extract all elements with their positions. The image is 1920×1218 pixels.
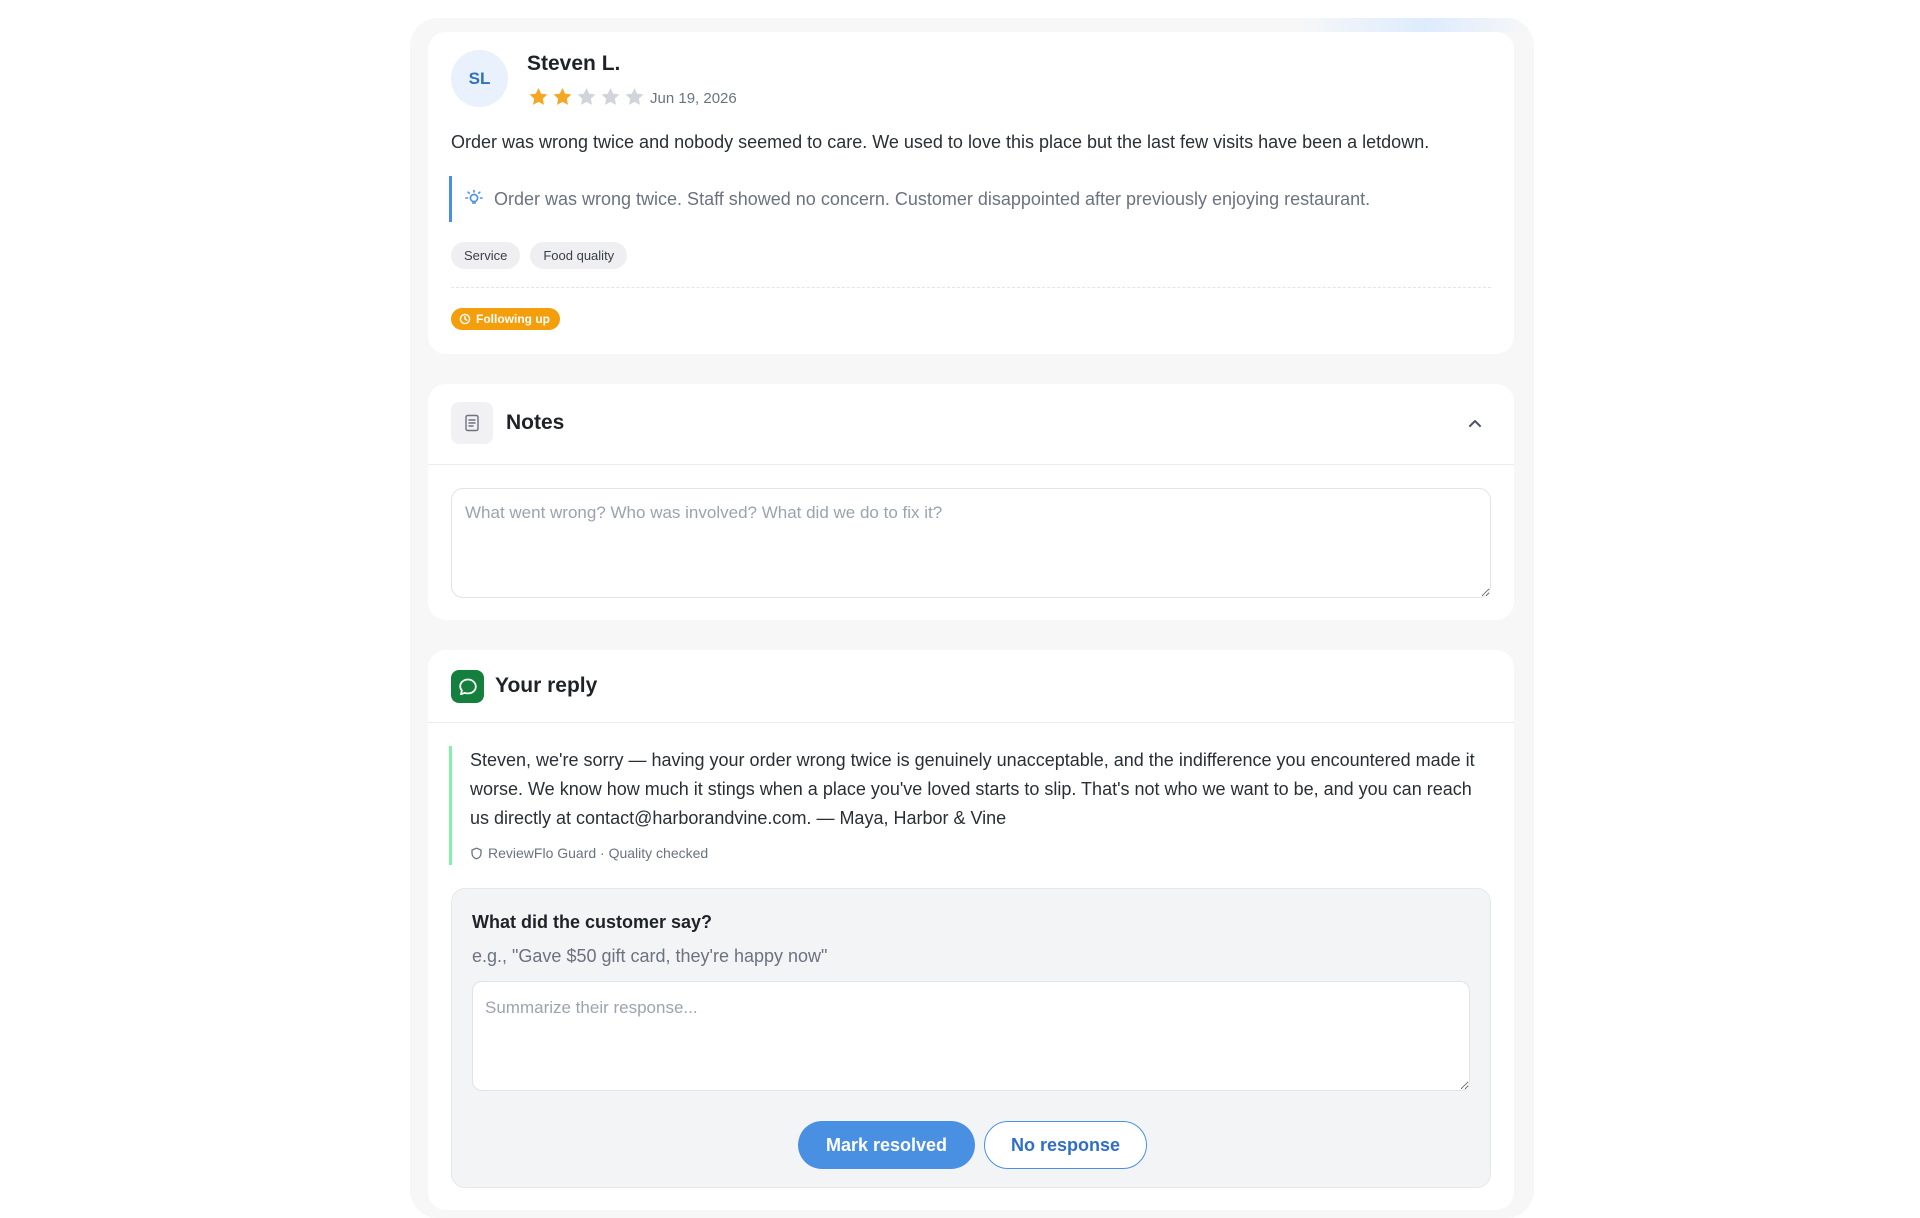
tag-list: Service Food quality — [451, 242, 628, 269]
document-icon — [465, 414, 479, 432]
star-rating — [527, 86, 646, 108]
summary-text: Order was wrong twice. Staff showed no c… — [494, 188, 1371, 209]
chevron-up-icon[interactable] — [1464, 412, 1486, 434]
notes-icon-box — [451, 402, 493, 444]
lightbulb-icon — [465, 189, 483, 204]
reviewer-name: Steven L. — [527, 52, 621, 75]
customer-response-form: What did the customer say? e.g., "Gave $… — [451, 888, 1491, 1188]
followup-question: What did the customer say? — [472, 912, 713, 932]
followup-hint: e.g., "Gave $50 gift card, they're happy… — [472, 946, 828, 966]
star-empty-icon — [601, 88, 620, 105]
reply-title: Your reply — [495, 674, 598, 697]
star-filled-icon — [529, 88, 548, 105]
customer-response-input[interactable] — [472, 981, 1470, 1091]
review-card: SL Steven L. Jun 19, 2026 Order was wron… — [428, 32, 1514, 354]
chat-bubble-icon — [458, 678, 477, 695]
mark-resolved-button[interactable]: Mark resolved — [798, 1121, 975, 1169]
notes-header[interactable]: Notes — [428, 384, 1514, 465]
notes-title: Notes — [506, 411, 565, 434]
review-text: Order was wrong twice and nobody seemed … — [451, 132, 1430, 152]
star-empty-icon — [625, 88, 644, 105]
no-response-button[interactable]: No response — [984, 1121, 1147, 1169]
reply-card: Your reply Steven, we're sorry — having … — [428, 650, 1514, 1210]
avatar: SL — [451, 50, 508, 107]
status-label: Following up — [476, 312, 550, 326]
shield-icon — [471, 847, 482, 859]
quality-check-badge: ReviewFlo Guard · Quality checked — [470, 845, 1492, 865]
guard-label: ReviewFlo Guard · Quality checked — [488, 845, 709, 861]
clock-icon — [459, 313, 471, 325]
reply-body: Steven, we're sorry — having your order … — [449, 746, 1492, 865]
panel-glow-decoration — [1300, 18, 1530, 32]
status-badge[interactable]: Following up — [451, 308, 560, 330]
tag-service[interactable]: Service — [451, 242, 521, 269]
reply-text: Steven, we're sorry — having your order … — [470, 750, 1475, 828]
divider — [451, 287, 1491, 288]
ai-summary: Order was wrong twice. Staff showed no c… — [449, 176, 1504, 222]
review-date: Jun 19, 2026 — [650, 90, 737, 107]
tag-food-quality[interactable]: Food quality — [530, 242, 628, 269]
star-empty-icon — [577, 88, 596, 105]
notes-card: Notes — [428, 384, 1514, 620]
reply-icon-box — [451, 670, 484, 703]
reply-header: Your reply — [428, 650, 1514, 723]
star-filled-icon — [553, 88, 572, 105]
notes-input[interactable] — [451, 488, 1491, 598]
